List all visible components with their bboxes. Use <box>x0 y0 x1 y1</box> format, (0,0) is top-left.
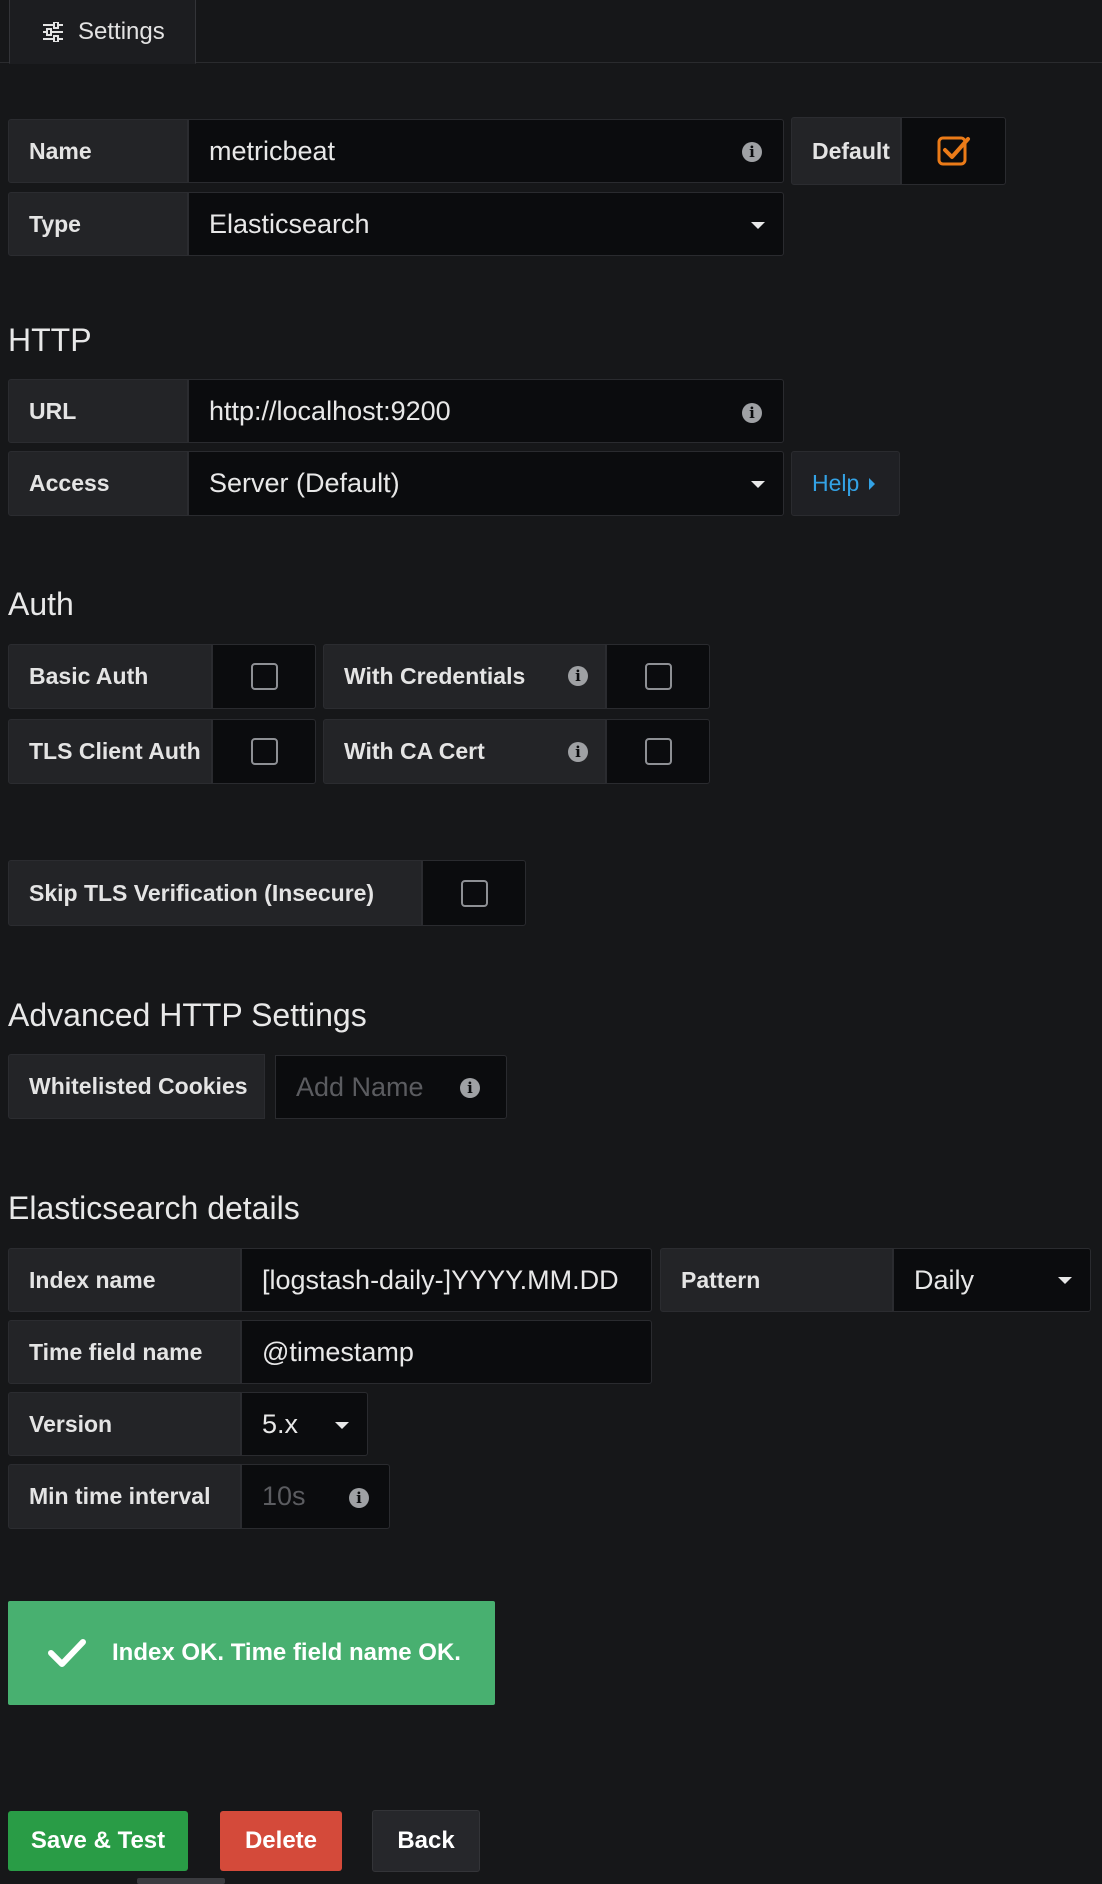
access-value: Server (Default) <box>209 468 400 498</box>
name-label: Name <box>8 119 188 183</box>
checkbox-unchecked-icon <box>644 663 672 690</box>
name-value: metricbeat <box>209 135 336 166</box>
min-interval-label: Min time interval <box>8 1464 241 1529</box>
chevron-down-icon <box>751 481 765 488</box>
delete-button[interactable]: Delete <box>220 1811 342 1871</box>
with-credentials-checkbox[interactable] <box>606 644 710 709</box>
help-button[interactable]: Help <box>791 451 900 516</box>
version-value: 5.x <box>262 1408 299 1439</box>
cookies-placeholder: Add Name <box>296 1071 424 1102</box>
index-name-input[interactable]: [logstash-daily-]YYYY.MM.DD <box>241 1248 652 1312</box>
tls-client-auth-label: TLS Client Auth <box>8 719 212 784</box>
checkbox-unchecked-icon <box>250 663 278 690</box>
info-icon[interactable]: i <box>742 403 762 423</box>
info-icon[interactable]: i <box>568 666 588 686</box>
checkmark-icon <box>48 1639 86 1667</box>
index-name-label: Index name <box>8 1248 241 1312</box>
tls-client-auth-checkbox[interactable] <box>212 719 316 784</box>
default-label: Default <box>791 117 901 185</box>
checkbox-unchecked-icon <box>460 879 488 907</box>
basic-auth-checkbox[interactable] <box>212 644 316 709</box>
auth-section-title: Auth <box>8 586 74 622</box>
chevron-down-icon <box>335 1422 349 1429</box>
success-alert: Index OK. Time field name OK. <box>8 1601 495 1705</box>
save-test-button[interactable]: Save & Test <box>8 1811 188 1871</box>
with-credentials-label: With Credentials <box>323 644 606 709</box>
chevron-right-icon <box>869 477 876 490</box>
version-label: Version <box>8 1392 241 1456</box>
checkbox-unchecked-icon <box>250 738 278 765</box>
pattern-label: Pattern <box>660 1248 893 1312</box>
type-select[interactable]: Elasticsearch <box>188 192 784 256</box>
advanced-section-title: Advanced HTTP Settings <box>8 997 367 1033</box>
tab-settings-label: Settings <box>78 17 165 45</box>
back-button[interactable]: Back <box>372 1810 480 1872</box>
time-field-label: Time field name <box>8 1320 241 1384</box>
with-ca-cert-label: With CA Cert <box>323 719 606 784</box>
chevron-down-icon <box>751 222 765 229</box>
url-label: URL <box>8 379 188 443</box>
skip-tls-checkbox[interactable] <box>422 860 526 926</box>
info-icon[interactable]: i <box>460 1078 480 1098</box>
access-select[interactable]: Server (Default) <box>188 451 784 516</box>
url-input[interactable]: http://localhost:9200 <box>188 379 784 443</box>
skip-tls-label: Skip TLS Verification (Insecure) <box>8 860 422 926</box>
url-value: http://localhost:9200 <box>209 395 451 426</box>
time-field-value: @timestamp <box>262 1336 414 1367</box>
cookies-label: Whitelisted Cookies <box>8 1054 265 1119</box>
type-label: Type <box>8 192 188 256</box>
time-field-input[interactable]: @timestamp <box>241 1320 652 1384</box>
tab-settings[interactable]: Settings <box>9 0 196 64</box>
checkbox-unchecked-icon <box>644 738 672 765</box>
min-interval-placeholder: 10s <box>262 1481 306 1511</box>
default-checkbox[interactable] <box>901 117 1006 185</box>
pattern-value: Daily <box>914 1264 975 1295</box>
es-section-title: Elasticsearch details <box>8 1190 300 1226</box>
help-label: Help <box>812 470 860 496</box>
basic-auth-label: Basic Auth <box>8 644 212 709</box>
name-input[interactable]: metricbeat <box>188 119 784 183</box>
info-icon[interactable]: i <box>568 742 588 762</box>
with-ca-cert-checkbox[interactable] <box>606 719 710 784</box>
horizontal-scrollbar[interactable] <box>137 1878 225 1884</box>
access-label: Access <box>8 451 188 516</box>
alert-message: Index OK. Time field name OK. <box>112 1639 461 1666</box>
index-name-value: [logstash-daily-]YYYY.MM.DD <box>262 1264 619 1295</box>
http-section-title: HTTP <box>8 322 92 358</box>
checkmark-checked-icon <box>937 136 970 166</box>
sliders-icon <box>42 21 64 42</box>
info-icon[interactable]: i <box>742 142 762 162</box>
type-value: Elasticsearch <box>209 208 370 239</box>
info-icon[interactable]: i <box>349 1488 369 1508</box>
chevron-down-icon <box>1058 1277 1072 1284</box>
